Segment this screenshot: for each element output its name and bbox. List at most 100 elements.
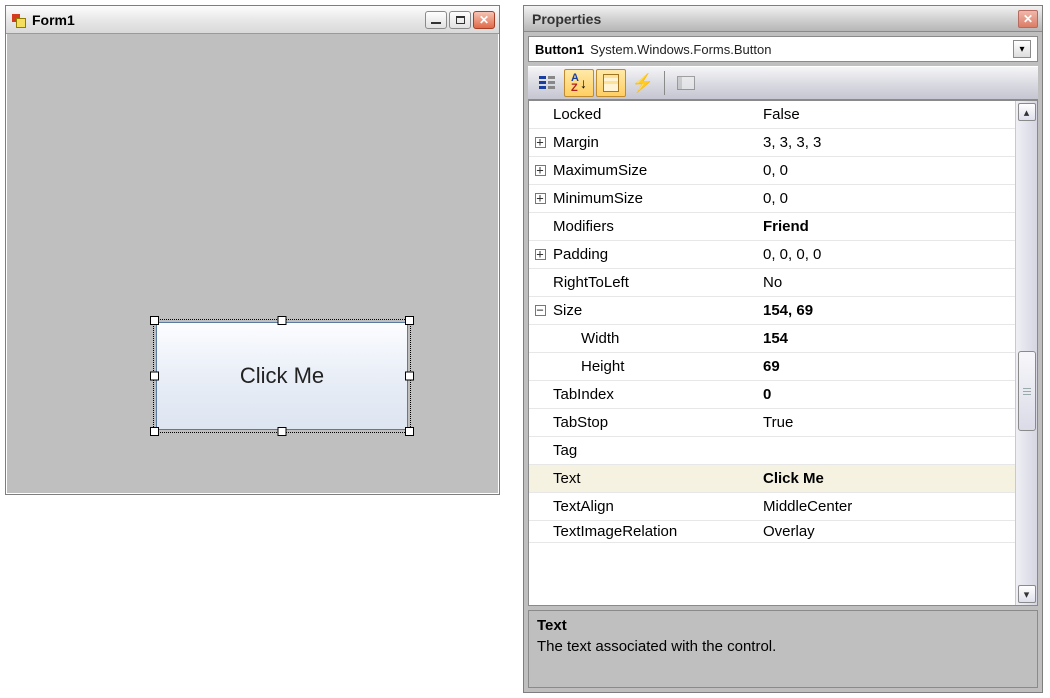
property-value[interactable]: 0, 0 <box>761 190 1015 207</box>
chevron-up-icon: ▴ <box>1024 106 1030 119</box>
property-name: Width <box>551 330 761 347</box>
scroll-track[interactable] <box>1018 121 1036 585</box>
alphabetical-icon: AZ↓ <box>571 73 587 93</box>
property-name: Locked <box>551 106 761 123</box>
property-row[interactable]: +MaximumSize0, 0 <box>529 157 1015 185</box>
properties-titlebar[interactable]: Properties ✕ <box>524 6 1042 32</box>
events-button[interactable]: ⚡ <box>628 69 658 97</box>
property-row[interactable]: TextClick Me <box>529 465 1015 493</box>
resize-grip-mid-right[interactable] <box>405 372 414 381</box>
scroll-up-button[interactable]: ▴ <box>1018 103 1036 121</box>
expander-cell[interactable]: + <box>529 137 551 148</box>
categorized-button[interactable] <box>532 69 562 97</box>
property-value[interactable]: Overlay <box>761 523 1015 540</box>
expander-cell[interactable]: − <box>529 305 551 316</box>
resize-grip-mid-left[interactable] <box>150 372 159 381</box>
property-value[interactable]: 0 <box>761 386 1015 403</box>
property-value[interactable]: No <box>761 274 1015 291</box>
expand-icon: + <box>535 137 546 148</box>
property-value[interactable]: Friend <box>761 218 1015 235</box>
property-value[interactable]: 0, 0, 0, 0 <box>761 246 1015 263</box>
button1-text: Click Me <box>240 363 324 389</box>
close-button[interactable]: ✕ <box>473 11 495 29</box>
expander-cell[interactable]: + <box>529 165 551 176</box>
property-value[interactable]: 3, 3, 3, 3 <box>761 134 1015 151</box>
resize-grip-top-right[interactable] <box>405 316 414 325</box>
property-name: Margin <box>551 134 761 151</box>
close-icon: ✕ <box>1023 12 1033 26</box>
properties-page-button[interactable] <box>596 69 626 97</box>
maximize-icon <box>456 16 465 24</box>
property-name: TextImageRelation <box>551 523 761 540</box>
property-name: Text <box>551 470 761 487</box>
form-designer-window: Form1 ✕ Click Me <box>5 5 500 495</box>
property-value[interactable]: MiddleCenter <box>761 498 1015 515</box>
minimize-button[interactable] <box>425 11 447 29</box>
page-icon <box>603 74 619 92</box>
expander-cell[interactable]: + <box>529 249 551 260</box>
alphabetical-button[interactable]: AZ↓ <box>564 69 594 97</box>
properties-title: Properties <box>532 11 1018 27</box>
expand-icon: + <box>535 249 546 260</box>
lightning-icon: ⚡ <box>632 73 654 94</box>
button1-control[interactable]: Click Me <box>156 322 408 430</box>
property-value[interactable]: 0, 0 <box>761 162 1015 179</box>
resize-grip-bottom-center[interactable] <box>278 427 287 436</box>
object-selector[interactable]: Button1 System.Windows.Forms.Button ▾ <box>528 36 1038 62</box>
close-icon: ✕ <box>479 14 489 26</box>
resize-grip-bottom-right[interactable] <box>405 427 414 436</box>
property-value[interactable]: True <box>761 414 1015 431</box>
property-pages-button[interactable] <box>671 69 701 97</box>
property-row[interactable]: LockedFalse <box>529 101 1015 129</box>
selected-object-name: Button1 <box>535 42 584 57</box>
minimize-icon <box>431 22 441 24</box>
selected-control-wrap[interactable]: Click Me <box>150 316 414 436</box>
property-value[interactable]: 154, 69 <box>761 302 1015 319</box>
property-row[interactable]: +MinimumSize0, 0 <box>529 185 1015 213</box>
chevron-down-icon: ▾ <box>1019 44 1024 55</box>
vertical-scrollbar[interactable]: ▴ ▾ <box>1015 101 1037 605</box>
property-value[interactable]: False <box>761 106 1015 123</box>
property-grid-rows[interactable]: LockedFalse + Margin3, 3, 3, 3 +MaximumSize… <box>529 101 1015 605</box>
form-titlebar[interactable]: Form1 ✕ <box>6 6 499 34</box>
property-name: RightToLeft <box>551 274 761 291</box>
scroll-down-button[interactable]: ▾ <box>1018 585 1036 603</box>
form-app-icon <box>10 12 26 28</box>
resize-grip-top-left[interactable] <box>150 316 159 325</box>
scroll-thumb[interactable] <box>1018 351 1036 431</box>
property-grid: LockedFalse + Margin3, 3, 3, 3 +MaximumSize… <box>528 100 1038 606</box>
resize-grip-top-center[interactable] <box>278 316 287 325</box>
property-description: Text The text associated with the contro… <box>528 610 1038 688</box>
chevron-down-icon: ▾ <box>1024 588 1030 601</box>
property-name: Tag <box>551 442 761 459</box>
property-value[interactable]: 69 <box>761 358 1015 375</box>
property-row[interactable]: TabStopTrue <box>529 409 1015 437</box>
selected-object-type: System.Windows.Forms.Button <box>590 42 1013 57</box>
property-row[interactable]: +Padding0, 0, 0, 0 <box>529 241 1015 269</box>
property-row[interactable]: Height69 <box>529 353 1015 381</box>
property-row[interactable]: ModifiersFriend <box>529 213 1015 241</box>
expander-cell[interactable]: + <box>529 193 551 204</box>
toolbar-separator <box>664 71 665 95</box>
property-name: MinimumSize <box>551 190 761 207</box>
property-row[interactable]: TextImageRelationOverlay <box>529 521 1015 543</box>
property-row[interactable]: Width154 <box>529 325 1015 353</box>
object-selector-dropdown[interactable]: ▾ <box>1013 40 1031 58</box>
property-row[interactable]: Tag <box>529 437 1015 465</box>
property-row[interactable]: + Margin3, 3, 3, 3 <box>529 129 1015 157</box>
resize-grip-bottom-left[interactable] <box>150 427 159 436</box>
property-row[interactable]: RightToLeftNo <box>529 269 1015 297</box>
property-row[interactable]: −Size154, 69 <box>529 297 1015 325</box>
property-row[interactable]: TextAlignMiddleCenter <box>529 493 1015 521</box>
description-body: The text associated with the control. <box>537 638 1029 655</box>
expand-icon: + <box>535 165 546 176</box>
window-buttons: ✕ <box>425 11 495 29</box>
maximize-button[interactable] <box>449 11 471 29</box>
property-value[interactable]: 154 <box>761 330 1015 347</box>
properties-close-button[interactable]: ✕ <box>1018 10 1038 28</box>
form-canvas[interactable]: Click Me <box>12 40 493 488</box>
property-value[interactable]: Click Me <box>761 470 1015 487</box>
property-row[interactable]: TabIndex0 <box>529 381 1015 409</box>
property-name: TabStop <box>551 414 761 431</box>
properties-panel: Properties ✕ Button1 System.Windows.Form… <box>523 5 1043 693</box>
